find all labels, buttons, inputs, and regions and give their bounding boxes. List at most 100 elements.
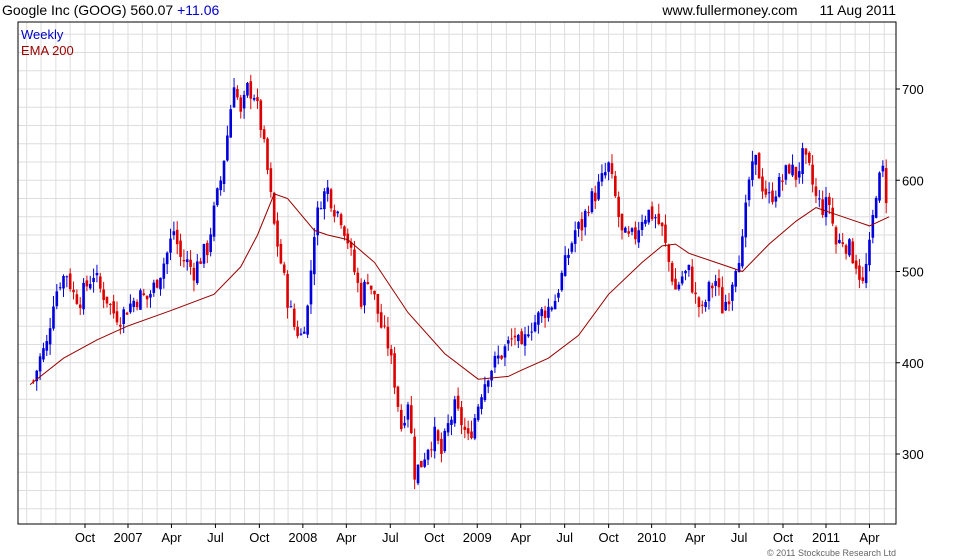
candle-body (286, 273, 289, 308)
candle-body (232, 87, 236, 108)
candle-body (483, 384, 487, 401)
candle-body (466, 428, 470, 434)
candle-body (179, 240, 182, 257)
candle-body (607, 162, 610, 172)
candle-body (694, 292, 697, 295)
candle-body (854, 260, 858, 269)
candle-body (480, 397, 483, 410)
candle-body (667, 244, 671, 262)
candle-body (513, 335, 517, 338)
candle-body (644, 219, 647, 224)
candle-body (112, 301, 115, 314)
candle-body (252, 98, 256, 100)
candle-body (413, 436, 416, 480)
candle-body (202, 244, 206, 264)
candle-body (339, 214, 343, 226)
candle-body (329, 189, 333, 209)
candle-body (841, 242, 845, 245)
candle-body (299, 333, 303, 335)
candle-body (229, 109, 233, 138)
candle-body (369, 285, 373, 290)
candle-body (721, 287, 724, 314)
candle-body (506, 340, 510, 344)
candle-body (828, 196, 831, 205)
candle-body (279, 243, 283, 264)
candle-body (861, 277, 865, 282)
candle-body (754, 154, 758, 165)
stock-chart: Oct 2007 Apr Jul Oct 2008 Apr Jul Oct 2009 Apr Jul O… (17, 21, 924, 545)
candle-body (603, 172, 607, 176)
candle-body (744, 202, 748, 238)
candle-body (356, 272, 360, 283)
candle-body (844, 245, 848, 254)
candle-body (242, 94, 246, 109)
candle-body (386, 326, 390, 349)
y-tick-label: 500 (902, 265, 924, 280)
candle-body (289, 306, 293, 308)
candle-body (446, 423, 450, 433)
candle-body (797, 171, 801, 178)
candle-body (266, 138, 269, 170)
candle-body (503, 346, 507, 358)
candle-body (476, 406, 480, 420)
candle-body (624, 227, 627, 233)
candle-body (640, 221, 644, 230)
candle-body (881, 165, 885, 172)
candle-body (600, 173, 604, 182)
candle-body (677, 284, 681, 290)
candle-body (366, 282, 370, 285)
candle-body (838, 239, 841, 243)
candle-body (343, 226, 346, 236)
candle-body (814, 186, 818, 196)
x-tick-label: Oct (599, 530, 620, 545)
candle-body (55, 291, 59, 307)
candle-body (142, 293, 146, 296)
candle-body (764, 188, 768, 195)
candle-body (376, 293, 380, 314)
x-tick-label: Jul (382, 530, 399, 545)
x-tick-label: Apr (859, 530, 880, 545)
candle-body (433, 426, 437, 452)
candle-body (610, 163, 614, 175)
candle-body (460, 407, 463, 426)
plot-frame (17, 21, 897, 525)
candle-body (436, 430, 440, 441)
candle-body (630, 228, 634, 232)
candle-body (48, 328, 52, 345)
candle-body (239, 97, 243, 112)
candle-body (155, 279, 159, 288)
candle-body (165, 252, 169, 265)
candle-body (336, 211, 340, 214)
candle-body (563, 255, 567, 276)
candle-body (583, 210, 587, 228)
candle-body (757, 153, 761, 179)
candle-body (617, 196, 620, 217)
candle-body (383, 325, 386, 327)
candle-body (811, 164, 814, 185)
candle-body (470, 431, 473, 439)
candle-body (724, 301, 727, 311)
candle-body (807, 152, 811, 163)
candle-body (406, 404, 410, 420)
candle-body (527, 334, 530, 337)
candle-body (557, 292, 560, 298)
candle-body (129, 303, 132, 313)
candle-body (326, 187, 329, 194)
candle-body (804, 148, 808, 155)
candle-body (871, 215, 875, 238)
candle-body (426, 449, 430, 460)
candle-body (85, 280, 89, 287)
candle-body (834, 227, 838, 245)
x-tick-label: Jul (556, 530, 573, 545)
candle-body (119, 324, 122, 327)
candle-body (597, 181, 600, 200)
candle-body (399, 409, 403, 430)
candle-body (771, 190, 774, 203)
candle-body (537, 312, 540, 325)
candle-body (848, 239, 851, 256)
x-tick-label: 2010 (637, 530, 666, 545)
candle-body (102, 289, 105, 301)
x-tick-label: 2007 (114, 530, 143, 545)
candle-body (851, 241, 855, 264)
candle-body (553, 300, 557, 310)
